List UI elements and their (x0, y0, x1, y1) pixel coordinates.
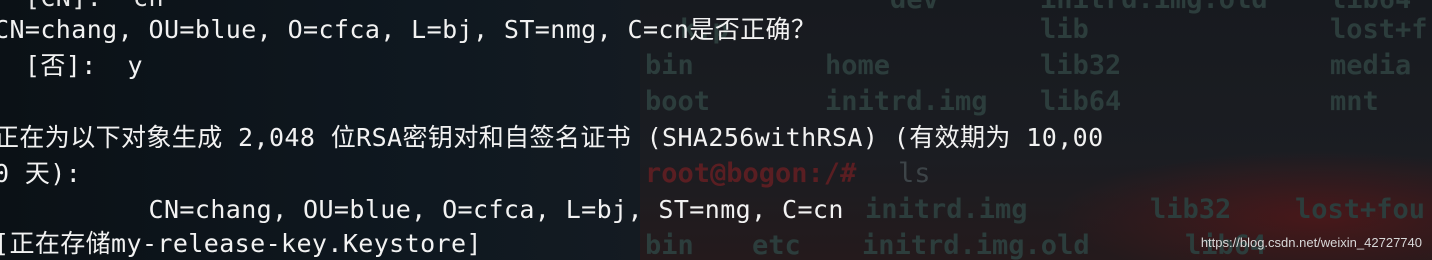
terminal-line: [CN]: cn (0, 0, 164, 10)
terminal-line: [否]: y (0, 51, 144, 80)
terminal-line: 正在为以下对象生成 2,048 位RSA密钥对和自签名证书 (SHA256wit… (0, 123, 1104, 152)
terminal-line: CN=chang, OU=blue, O=cfca, L=bj, ST=nmg,… (0, 195, 844, 224)
terminal-output: [CN]: cn CN=chang, OU=blue, O=cfca, L=bj… (0, 0, 1432, 260)
terminal-window: dev initrd.img.old lib64 k.p lib lost+f … (0, 0, 1432, 260)
terminal-line: [正在存储my-release-key.Keystore] (0, 229, 482, 258)
terminal-line: 0 天): (0, 159, 82, 188)
watermark-url: https://blog.csdn.net/weixin_42727740 (1200, 235, 1422, 250)
terminal-line: CN=chang, OU=blue, O=cfca, L=bj, ST=nmg,… (0, 15, 817, 44)
